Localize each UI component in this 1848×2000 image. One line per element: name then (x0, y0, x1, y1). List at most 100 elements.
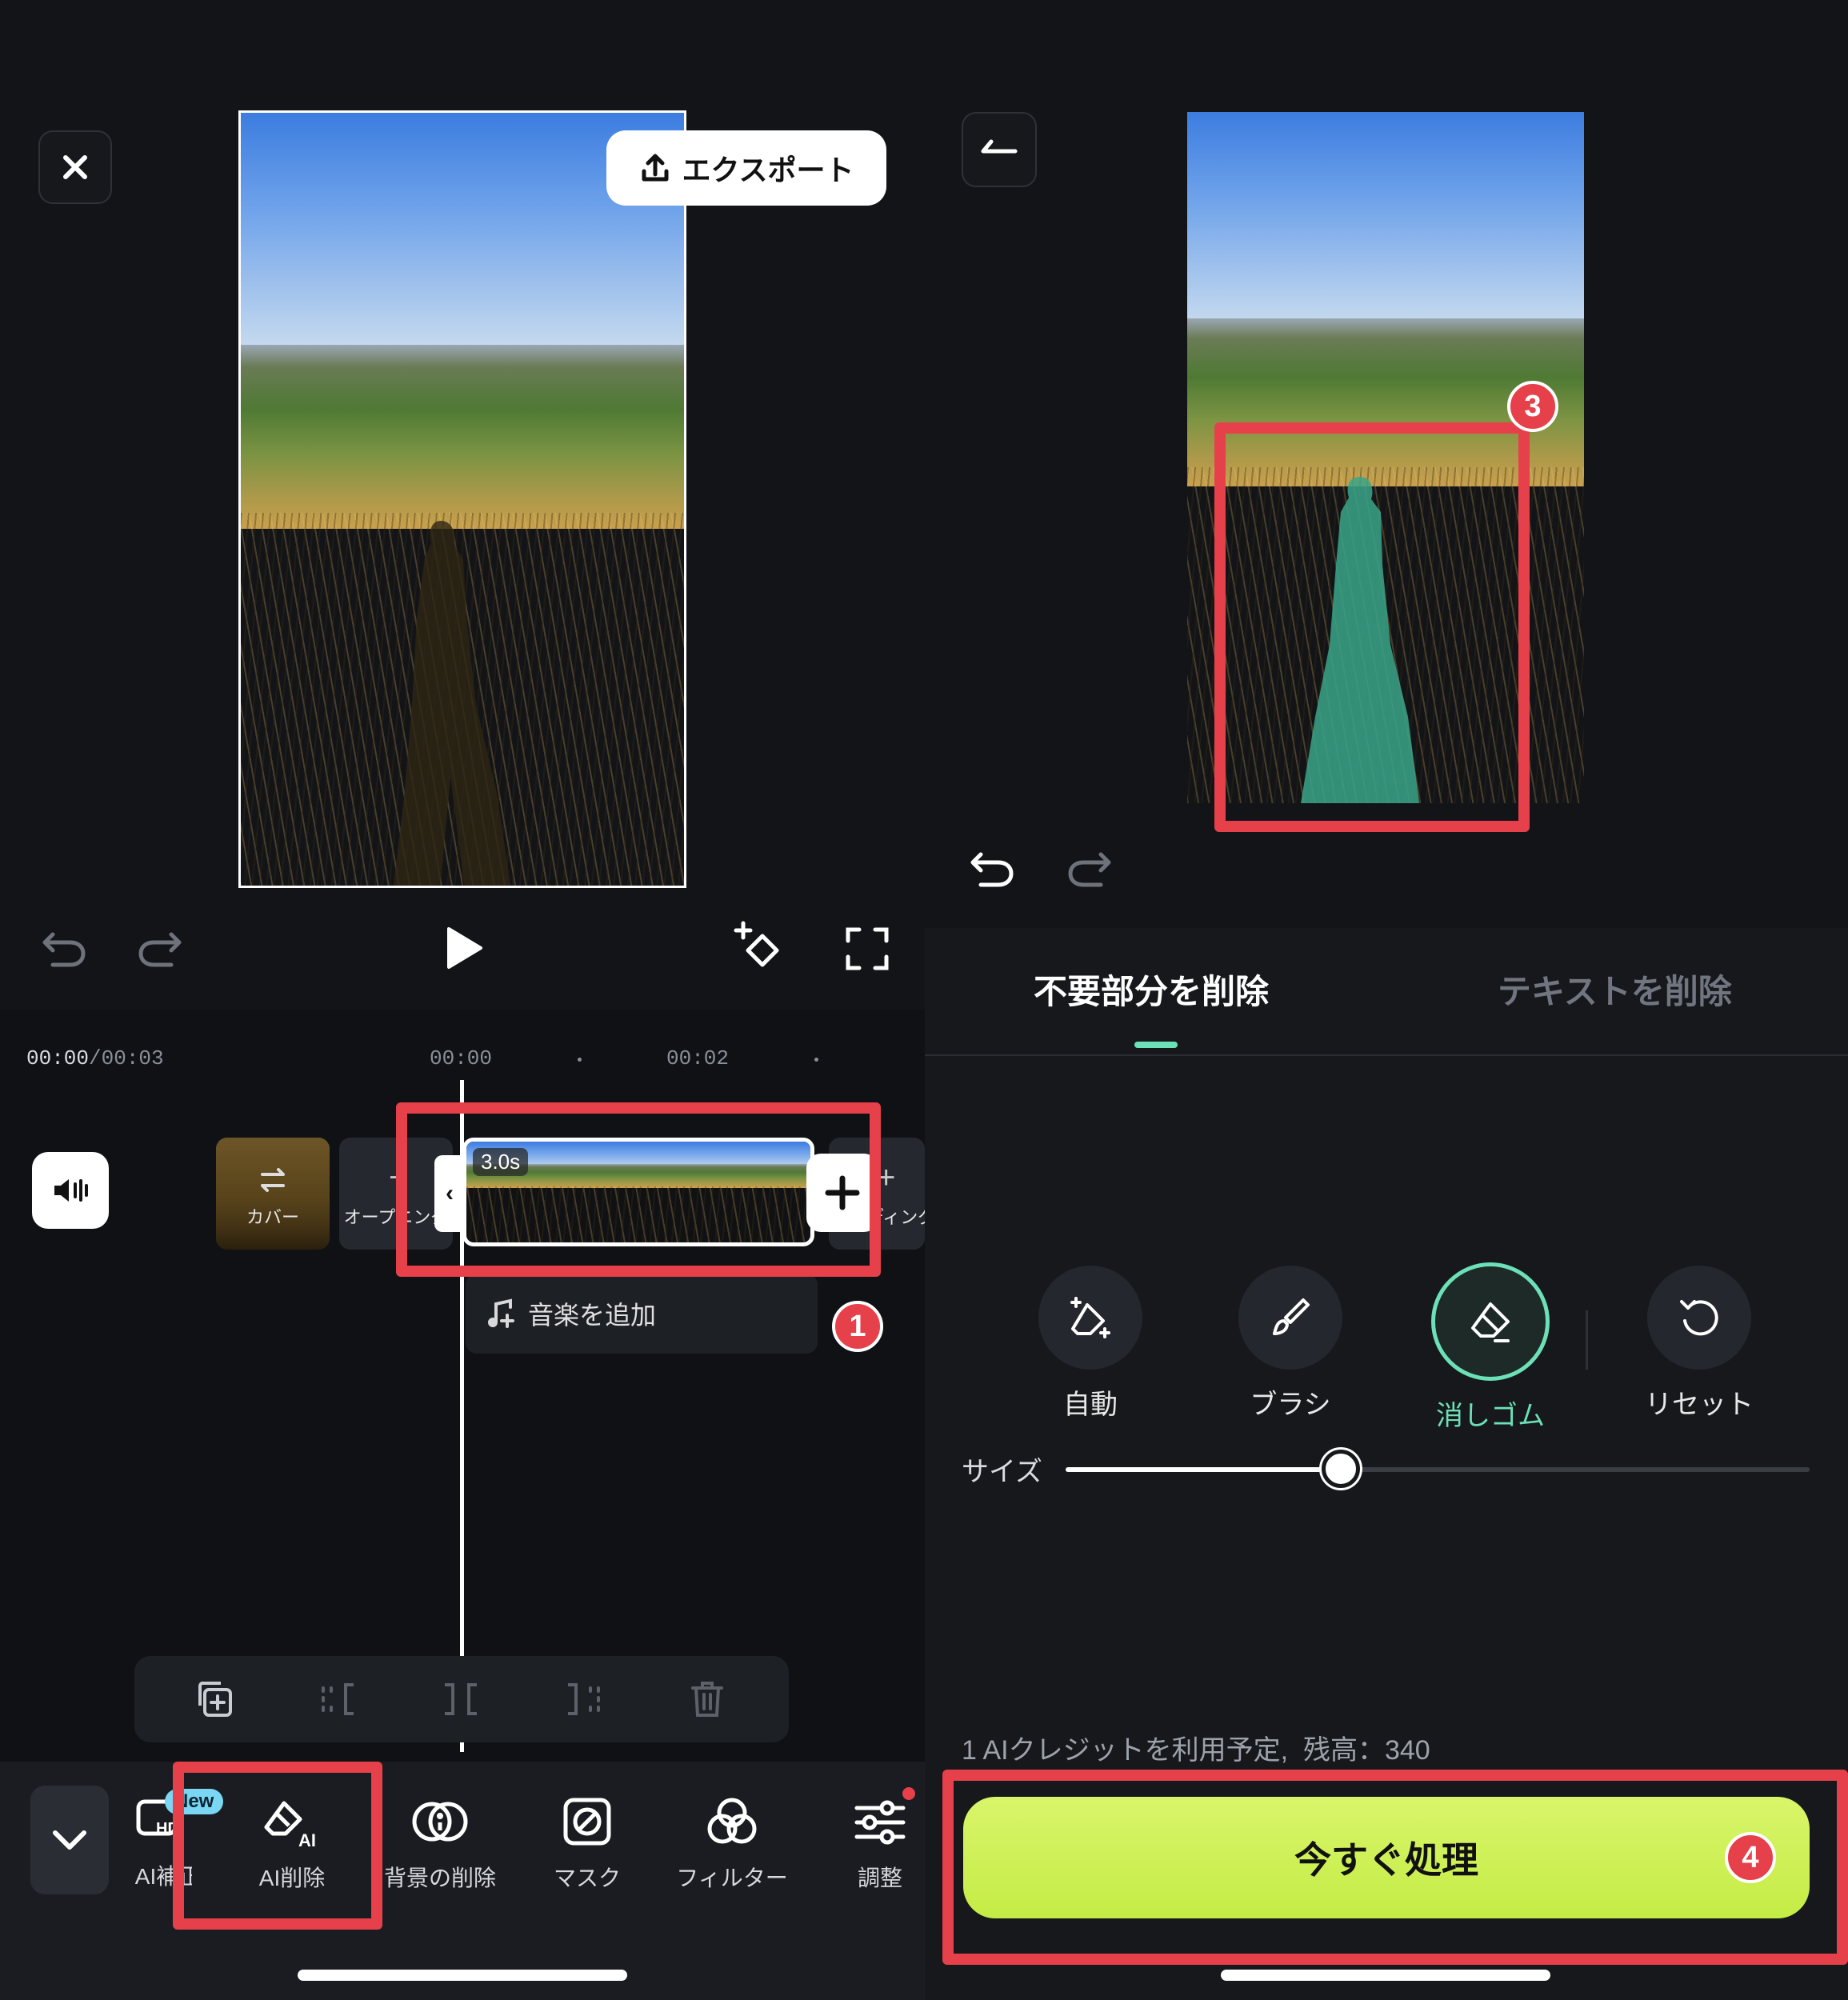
tool-label: ブラシ (1250, 1390, 1331, 1420)
magic-wand-icon (1070, 1297, 1110, 1338)
speaker-icon (54, 1179, 88, 1202)
ruler-dot (578, 1058, 582, 1062)
home-indicator (298, 1970, 627, 1981)
swap-icon (261, 1168, 285, 1192)
tool-auto-circle (1038, 1266, 1142, 1370)
tools-divider (1586, 1310, 1588, 1370)
timecode-total: /00:03 (89, 1046, 164, 1070)
keyframe-button[interactable] (726, 916, 790, 980)
export-label: エクスポート (682, 154, 854, 186)
fullscreen-icon (846, 927, 889, 970)
toolbar-label: フィルター (676, 1866, 788, 1890)
split-icon (445, 1683, 477, 1715)
export-button[interactable]: エクスポート (606, 130, 886, 206)
redo-icon (1068, 852, 1111, 887)
size-label: サイズ (962, 1457, 1042, 1487)
close-icon (63, 155, 87, 179)
home-indicator (1221, 1970, 1550, 1981)
step-badge-4: 4 (1725, 1832, 1776, 1883)
tool-label: リセット (1645, 1390, 1754, 1420)
toolbar-filter[interactable]: フィルター (664, 1795, 800, 1893)
reset-icon (1680, 1300, 1718, 1336)
toolbar-label: 背景の削除 (383, 1866, 496, 1890)
tool-brush[interactable]: ブラシ (1230, 1266, 1350, 1422)
size-slider-fill (1066, 1467, 1342, 1472)
undo-button[interactable] (963, 840, 1021, 896)
toolbar-adjust[interactable]: 調整 (832, 1795, 928, 1893)
highlight-box-4 (942, 1770, 1848, 1965)
credit-info: 1 AIクレジットを利用予定, 残高：340 (962, 1735, 1430, 1766)
cover-label: カバー (246, 1207, 299, 1227)
filter-icon (707, 1798, 757, 1844)
keyframe-icon (734, 921, 779, 967)
toolbar-remove-background[interactable]: 背景の削除 (376, 1795, 504, 1893)
duplicate-icon (198, 1682, 232, 1717)
tab-remove-text[interactable]: テキストを削除 (1498, 965, 1732, 1014)
close-button[interactable] (38, 130, 112, 204)
timecode: 00:00/00:03 (26, 1046, 164, 1070)
ruler-dot (814, 1058, 818, 1062)
size-slider-thumb[interactable] (1322, 1450, 1361, 1488)
split-left-icon (322, 1683, 354, 1715)
back-button[interactable] (962, 112, 1037, 187)
tool-reset-circle (1647, 1266, 1751, 1370)
cover-clip[interactable]: カバー (216, 1138, 330, 1250)
step-badge-3: 3 (1507, 381, 1558, 432)
split-button[interactable] (437, 1675, 485, 1723)
undo-icon (970, 852, 1014, 887)
trash-icon (691, 1682, 723, 1717)
split-right-icon (568, 1683, 600, 1715)
size-slider[interactable] (1066, 1450, 1810, 1488)
timeline[interactable]: 00:00/00:03 00:00 00:02 カバー + オープニング + デ… (0, 1010, 925, 1867)
tool-reset[interactable]: リセット (1627, 1266, 1771, 1422)
editor-panel: エクスポート 00:00/00:03 00:00 00:02 カバー + オープ… (0, 0, 925, 2000)
fullscreen-button[interactable] (838, 920, 896, 978)
undo-button[interactable] (35, 920, 93, 976)
eraser-icon (1471, 1302, 1510, 1342)
tools-sheet: 不要部分を削除 テキストを削除 自動 ブラシ 消しゴム リセット サイズ 1 A… (925, 928, 1848, 2000)
highlight-box-1 (396, 1102, 881, 1277)
adjust-icon (854, 1800, 906, 1845)
tool-brush-circle (1238, 1266, 1342, 1370)
redo-button[interactable] (1061, 840, 1118, 896)
tool-eraser[interactable]: 消しゴム (1430, 1262, 1550, 1433)
mask-icon (563, 1798, 611, 1846)
bottom-toolbar: HD AI補正 New AI AI削除 背景の削除 マスク フィルター 調整 (0, 1762, 925, 2000)
notification-dot (902, 1787, 915, 1800)
add-music-track[interactable]: 音楽を追加 (466, 1274, 818, 1354)
collapse-button[interactable] (30, 1786, 109, 1894)
timecode-current: 00:00 (26, 1046, 90, 1070)
brush-icon (1273, 1298, 1310, 1335)
duplicate-button[interactable] (190, 1675, 238, 1723)
tool-auto[interactable]: 自動 (1030, 1266, 1150, 1422)
highlight-box-3 (1214, 422, 1530, 832)
chevron-down-icon (53, 1830, 86, 1850)
tool-eraser-circle (1431, 1262, 1550, 1381)
shadow-figure (393, 521, 511, 886)
highlight-box-2 (173, 1762, 382, 1930)
upload-icon (642, 154, 669, 182)
tab-indicator (1134, 1042, 1178, 1048)
split-right-button[interactable] (560, 1675, 608, 1723)
ruler-label-0: 00:00 (430, 1046, 493, 1070)
remove-bg-icon (412, 1802, 468, 1842)
tab-remove-objects[interactable]: 不要部分を削除 (1034, 965, 1269, 1014)
video-preview (238, 110, 686, 888)
redo-icon (138, 932, 182, 967)
tool-label: 自動 (1063, 1390, 1118, 1420)
toolbar-label: マスク (553, 1866, 621, 1890)
tool-label: 消しゴム (1436, 1401, 1545, 1431)
split-left-button[interactable] (314, 1675, 362, 1723)
add-music-label: 音楽を追加 (528, 1301, 657, 1330)
ai-remove-panel: 3 不要部分を削除 テキストを削除 自動 ブラシ 消しゴム リセット サイズ 1… (925, 0, 1848, 2000)
delete-button[interactable] (683, 1675, 731, 1723)
undo-icon (42, 932, 86, 967)
play-button[interactable] (432, 920, 496, 976)
toolbar-label: 調整 (857, 1866, 902, 1890)
ruler-label-1: 00:02 (666, 1046, 730, 1070)
toolbar-mask[interactable]: マスク (531, 1795, 643, 1893)
redo-button[interactable] (131, 920, 189, 976)
music-note-icon (488, 1298, 514, 1328)
play-icon (447, 927, 482, 969)
audio-toggle-button[interactable] (32, 1152, 109, 1229)
